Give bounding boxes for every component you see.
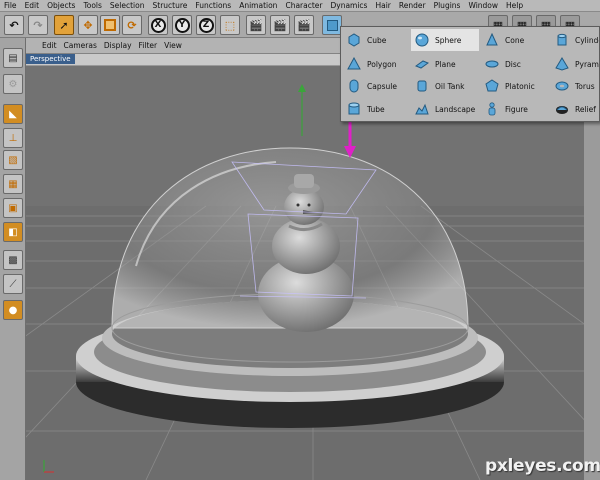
pyramid-icon: [555, 57, 569, 71]
disc-icon: [485, 60, 499, 68]
plane-icon: [415, 60, 429, 69]
cube-icon: [348, 33, 360, 47]
primitive-cone[interactable]: Cone: [481, 29, 549, 51]
capsule-icon: [349, 79, 359, 93]
primitive-landscape[interactable]: Landscape: [411, 98, 479, 120]
landscape-icon: [415, 103, 429, 115]
axis-gizmo: [43, 460, 54, 473]
cone-icon: [486, 33, 498, 46]
primitive-capsule[interactable]: Capsule: [343, 75, 411, 97]
primitives-popup-menu: Cube Polygon Capsule Tube Sphere Plane O…: [340, 26, 600, 122]
relief-icon: [556, 106, 568, 114]
watermark: pxleyes.com: [485, 456, 600, 476]
primitive-sphere[interactable]: Sphere: [411, 29, 479, 51]
torus-icon: [555, 81, 569, 91]
polygon-icon: [347, 57, 361, 70]
platonic-icon: [485, 79, 499, 92]
primitive-cube[interactable]: Cube: [343, 29, 411, 51]
primitive-platonic[interactable]: Platonic: [481, 75, 549, 97]
primitive-pyramid[interactable]: Pyramid: [551, 53, 599, 75]
tube-icon: [348, 102, 360, 115]
cylinder-icon: [557, 33, 567, 46]
primitive-plane[interactable]: Plane: [411, 53, 479, 75]
primitive-figure[interactable]: Figure: [481, 98, 549, 120]
figure-icon: [488, 102, 496, 116]
primitive-torus[interactable]: Torus: [551, 75, 599, 97]
primitive-oil-tank[interactable]: Oil Tank: [411, 75, 479, 97]
primitive-disc[interactable]: Disc: [481, 53, 549, 75]
primitive-tube[interactable]: Tube: [343, 98, 411, 120]
primitive-relief[interactable]: Relief: [551, 98, 599, 120]
oil-tank-icon: [417, 80, 427, 92]
primitive-cylinder[interactable]: Cylinder: [551, 29, 599, 51]
primitive-polygon[interactable]: Polygon: [343, 53, 411, 75]
cinema4d-window: File Edit Objects Tools Selection Struct…: [0, 0, 600, 480]
sphere-icon: [415, 33, 429, 47]
